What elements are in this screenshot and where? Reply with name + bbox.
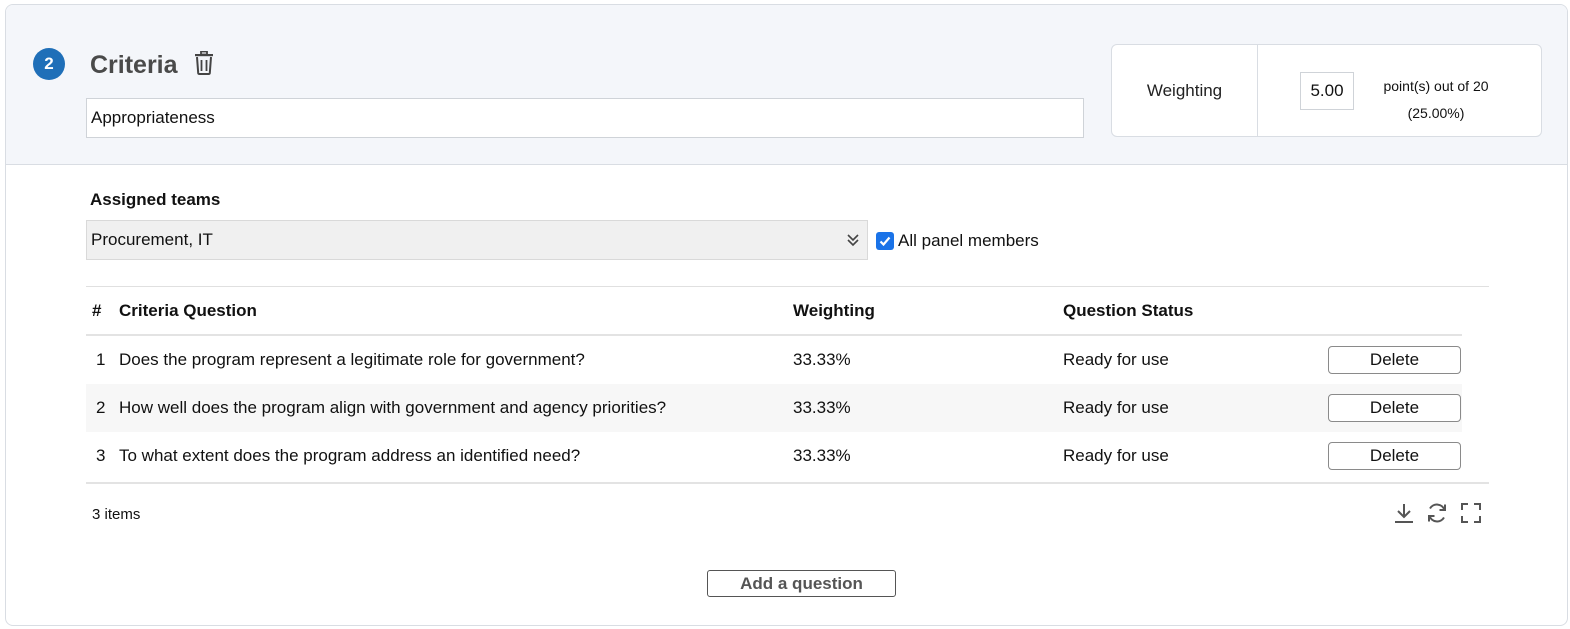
download-icon[interactable] (1392, 501, 1416, 525)
weighting-points-text: point(s) out of 20 (1383, 78, 1489, 94)
row-weighting: 33.33% (793, 446, 851, 465)
column-header-question: Criteria Question (119, 301, 257, 320)
weighting-points: point(s) out of 20 (25.00%) (1370, 73, 1502, 127)
table-row: 1 Does the program represent a legitimat… (86, 336, 1462, 384)
weighting-panel: Weighting point(s) out of 20 (25.00%) (1111, 44, 1542, 137)
delete-question-button[interactable]: Delete (1328, 394, 1461, 422)
step-badge: 2 (33, 48, 65, 80)
criteria-name-input[interactable] (86, 98, 1084, 138)
criteria-card: 2 Criteria Weighting point(s) out of 20 … (5, 4, 1568, 626)
criteria-header: 2 Criteria Weighting point(s) out of 20 … (6, 5, 1567, 165)
column-header-status: Question Status (1063, 301, 1194, 320)
table-divider (86, 286, 1489, 287)
row-number: 1 (96, 350, 106, 369)
row-status: Ready for use (1063, 446, 1169, 465)
assigned-teams-value: Procurement, IT (91, 230, 213, 249)
criteria-title: Criteria (90, 51, 178, 79)
row-question: How well does the program align with gov… (119, 398, 667, 417)
add-question-button[interactable]: Add a question (707, 570, 896, 597)
table-row: 2 How well does the program align with g… (86, 384, 1462, 432)
chevron-double-down-icon (845, 232, 861, 248)
weighting-input[interactable] (1300, 72, 1354, 110)
fullscreen-icon[interactable] (1459, 501, 1483, 525)
column-header-number: # (92, 301, 102, 320)
all-panel-members-label: All panel members (898, 231, 1039, 250)
row-status: Ready for use (1063, 350, 1169, 369)
assigned-teams-label: Assigned teams (90, 190, 221, 209)
row-question: To what extent does the program address … (119, 446, 581, 465)
items-count: 3 items (92, 506, 141, 523)
row-number: 2 (96, 398, 106, 417)
row-weighting: 33.33% (793, 398, 851, 417)
column-header-weighting: Weighting (793, 301, 875, 320)
delete-question-button[interactable]: Delete (1328, 346, 1461, 374)
row-weighting: 33.33% (793, 350, 851, 369)
all-panel-members-checkbox[interactable]: All panel members (876, 231, 1039, 251)
table-row: 3 To what extent does the program addres… (86, 432, 1462, 480)
row-status: Ready for use (1063, 398, 1169, 417)
checkbox-checked-icon[interactable] (876, 232, 894, 250)
row-number: 3 (96, 446, 106, 465)
weighting-label: Weighting (1112, 45, 1258, 136)
delete-question-button[interactable]: Delete (1328, 442, 1461, 470)
row-question: Does the program represent a legitimate … (119, 350, 585, 369)
assigned-teams-select[interactable]: Procurement, IT (86, 220, 868, 260)
table-footer-divider (86, 482, 1489, 484)
trash-icon[interactable] (193, 50, 215, 75)
refresh-icon[interactable] (1425, 501, 1449, 525)
weighting-percent-text: (25.00%) (1407, 105, 1465, 121)
